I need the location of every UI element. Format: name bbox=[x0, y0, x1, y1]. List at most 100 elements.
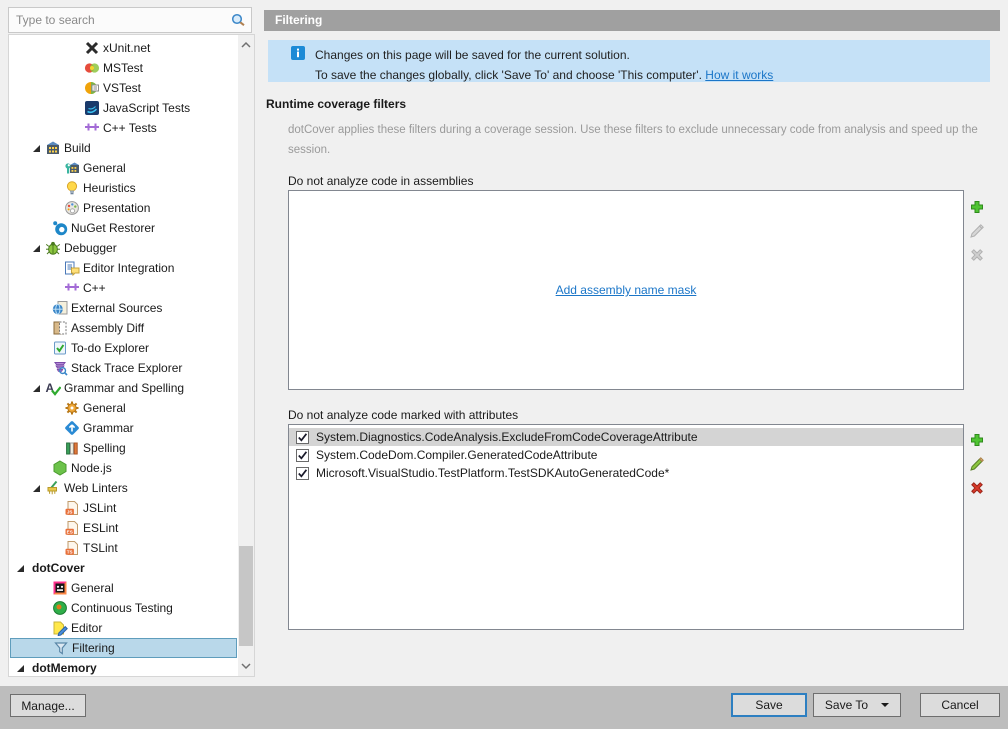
search-box bbox=[8, 7, 252, 33]
tree-scrollbar[interactable] bbox=[238, 35, 254, 676]
save-button[interactable]: Save bbox=[731, 693, 807, 717]
tree-item-label: C++ Tests bbox=[103, 121, 157, 135]
settings-tree: xUnit.net MSTest VSTest JavaScript Tests C++… bbox=[8, 34, 255, 677]
expander-icon[interactable] bbox=[30, 382, 42, 394]
expander-icon[interactable] bbox=[30, 242, 42, 254]
tree-item-editor-integration[interactable]: Editor Integration bbox=[10, 258, 237, 278]
tree-item-mstest[interactable]: MSTest bbox=[10, 58, 237, 78]
tree-item-nuget-restorer[interactable]: NuGet Restorer bbox=[10, 218, 237, 238]
eslint-icon: ES bbox=[64, 520, 80, 536]
tree-item-label: Assembly Diff bbox=[71, 321, 144, 335]
expander-icon[interactable] bbox=[14, 562, 26, 574]
tree-item-continuous-testing[interactable]: Continuous Testing bbox=[10, 598, 237, 618]
tree-item-general[interactable]: General bbox=[10, 398, 237, 418]
tree-item-spelling[interactable]: Spelling bbox=[10, 438, 237, 458]
attribute-label: System.Diagnostics.CodeAnalysis.ExcludeF… bbox=[316, 430, 698, 444]
continuous-testing-icon bbox=[52, 600, 68, 616]
tree-item-dotmemory[interactable]: dotMemory bbox=[10, 658, 237, 677]
tree-item-xunit-net[interactable]: xUnit.net bbox=[10, 38, 237, 58]
manage-button[interactable]: Manage... bbox=[10, 694, 86, 717]
tree-item-editor[interactable]: Editor bbox=[10, 618, 237, 638]
scroll-up-icon[interactable] bbox=[238, 37, 254, 53]
tree-item-to-do-explorer[interactable]: To-do Explorer bbox=[10, 338, 237, 358]
tree-item-general[interactable]: General bbox=[10, 158, 237, 178]
tree-item-label: External Sources bbox=[71, 301, 162, 315]
cpp-tests-icon bbox=[84, 120, 100, 136]
tree-item-label: Web Linters bbox=[64, 481, 128, 495]
vstest-icon bbox=[84, 80, 100, 96]
save-to-label: Save To bbox=[825, 698, 868, 712]
tree-item-build[interactable]: Build bbox=[10, 138, 237, 158]
save-to-button[interactable]: Save To bbox=[813, 693, 901, 717]
expander-icon[interactable] bbox=[14, 662, 26, 674]
expander-icon[interactable] bbox=[30, 482, 42, 494]
editor-integration-icon bbox=[64, 260, 80, 276]
remove-attribute-button[interactable] bbox=[969, 480, 985, 496]
tree-item-debugger[interactable]: Debugger bbox=[10, 238, 237, 258]
scrollbar-thumb[interactable] bbox=[239, 546, 253, 646]
nodejs-icon bbox=[52, 460, 68, 476]
tree-item-c-tests[interactable]: C++ Tests bbox=[10, 118, 237, 138]
stack-trace-explorer-icon bbox=[52, 360, 68, 376]
xunit-icon bbox=[84, 40, 100, 56]
tree-item-label: MSTest bbox=[103, 61, 143, 75]
svg-text:ES: ES bbox=[67, 529, 73, 534]
search-icon[interactable] bbox=[230, 12, 246, 28]
attribute-checkbox[interactable] bbox=[296, 449, 309, 462]
gear-icon bbox=[64, 400, 80, 416]
tree-item-general[interactable]: General bbox=[10, 578, 237, 598]
edit-attribute-button[interactable] bbox=[969, 456, 985, 472]
expander-icon[interactable] bbox=[30, 142, 42, 154]
debugger-icon bbox=[45, 240, 61, 256]
add-attribute-button[interactable] bbox=[969, 432, 985, 448]
cancel-button[interactable]: Cancel bbox=[920, 693, 1000, 717]
tree-item-grammar[interactable]: Grammar bbox=[10, 418, 237, 438]
info-icon bbox=[291, 46, 305, 60]
attribute-checkbox[interactable] bbox=[296, 467, 309, 480]
external-sources-icon bbox=[52, 300, 68, 316]
assemblies-label: Do not analyze code in assemblies bbox=[288, 174, 473, 188]
tree-item-external-sources[interactable]: External Sources bbox=[10, 298, 237, 318]
footer-bar: Manage... Save Save To Cancel bbox=[0, 686, 1008, 729]
attribute-row[interactable]: System.Diagnostics.CodeAnalysis.ExcludeF… bbox=[289, 428, 963, 446]
tree-item-dotcover[interactable]: dotCover bbox=[10, 558, 237, 578]
tree-item-label: dotCover bbox=[32, 561, 85, 575]
tree-item-jslint[interactable]: JSJSLint bbox=[10, 498, 237, 518]
tree-item-javascript-tests[interactable]: JavaScript Tests bbox=[10, 98, 237, 118]
tree-item-vstest[interactable]: VSTest bbox=[10, 78, 237, 98]
scroll-down-icon[interactable] bbox=[238, 658, 254, 674]
assemblies-listbox[interactable]: Add assembly name mask bbox=[288, 190, 964, 390]
tree-item-web-linters[interactable]: Web Linters bbox=[10, 478, 237, 498]
js-tests-icon bbox=[84, 100, 100, 116]
editor-icon bbox=[52, 620, 68, 636]
info-banner: Changes on this page will be saved for t… bbox=[268, 40, 990, 82]
attribute-row[interactable]: System.CodeDom.Compiler.GeneratedCodeAtt… bbox=[289, 446, 963, 464]
attributes-label: Do not analyze code marked with attribut… bbox=[288, 408, 518, 422]
how-it-works-link[interactable]: How it works bbox=[705, 68, 773, 82]
svg-text:TS: TS bbox=[67, 549, 73, 554]
todo-explorer-icon bbox=[52, 340, 68, 356]
tree-item-node-js[interactable]: Node.js bbox=[10, 458, 237, 478]
attribute-row[interactable]: Microsoft.VisualStudio.TestPlatform.Test… bbox=[289, 464, 963, 482]
attribute-checkbox[interactable] bbox=[296, 431, 309, 444]
tree-item-eslint[interactable]: ESESLint bbox=[10, 518, 237, 538]
search-input[interactable] bbox=[14, 12, 230, 28]
tree-item-label: General bbox=[83, 401, 126, 415]
tree-item-filtering[interactable]: Filtering bbox=[10, 638, 237, 658]
add-assembly-mask-link[interactable]: Add assembly name mask bbox=[556, 283, 697, 297]
tree-item-stack-trace-explorer[interactable]: Stack Trace Explorer bbox=[10, 358, 237, 378]
tree-item-grammar-and-spelling[interactable]: AGrammar and Spelling bbox=[10, 378, 237, 398]
attributes-listbox[interactable]: System.Diagnostics.CodeAnalysis.ExcludeF… bbox=[288, 424, 964, 630]
tree-item-label: JavaScript Tests bbox=[103, 101, 190, 115]
tree-item-label: TSLint bbox=[83, 541, 118, 555]
mstest-icon bbox=[84, 60, 100, 76]
tree-item-c[interactable]: C++ bbox=[10, 278, 237, 298]
tree-item-assembly-diff[interactable]: Assembly Diff bbox=[10, 318, 237, 338]
add-assembly-button[interactable] bbox=[969, 199, 985, 215]
banner-line1: Changes on this page will be saved for t… bbox=[315, 45, 773, 65]
tree-item-label: NuGet Restorer bbox=[71, 221, 155, 235]
presentation-icon bbox=[64, 200, 80, 216]
tree-item-presentation[interactable]: Presentation bbox=[10, 198, 237, 218]
tree-item-tslint[interactable]: TS TSLint bbox=[10, 538, 237, 558]
tree-item-heuristics[interactable]: Heuristics bbox=[10, 178, 237, 198]
